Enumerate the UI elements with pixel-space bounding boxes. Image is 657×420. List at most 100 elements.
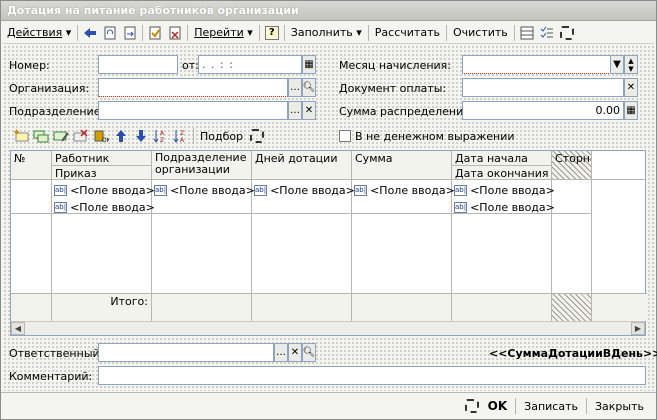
date-field[interactable]: . . : : [198,55,302,74]
scroll-left-icon[interactable]: ◀ [11,322,25,335]
column-header-storno[interactable]: Сторно [552,151,592,180]
month-dropdown-icon[interactable]: ▼ [610,55,624,74]
settings-frame-icon[interactable] [557,23,577,43]
department-field[interactable] [98,101,288,120]
table-horizontal-scrollbar[interactable]: ◀ ▶ [11,321,645,335]
settings-frame-icon[interactable] [462,396,482,416]
column-header-number[interactable]: № [11,151,52,180]
date-end-input-placeholder: <Поле ввода> [470,200,555,214]
document-structure-icon[interactable] [517,23,537,43]
column-header-date-end[interactable]: Дата окончания [452,166,552,180]
column-header-order[interactable]: Приказ [52,166,152,180]
payment-doc-clear-icon[interactable]: ✕ [624,78,638,97]
footer-cell [352,294,452,322]
column-header-department[interactable]: Подразделение организации [152,151,252,180]
department-select-button[interactable]: … [288,101,302,120]
employees-table: № Работник Приказ Подразделение организа… [10,150,647,336]
department-clear-icon[interactable]: ✕ [302,101,316,120]
responsible-search-icon[interactable]: 🔍︎ [302,343,316,362]
selection-button[interactable]: Подбор [196,126,247,146]
organization-select-button[interactable]: … [288,78,302,97]
empty-column [352,214,452,293]
employee-input[interactable]: ab| <Поле ввода> [54,183,155,197]
svg-text:A: A [180,137,185,143]
comment-field[interactable] [98,366,646,385]
svg-text:A: A [160,130,165,137]
department-cell[interactable]: ab| <Поле ввода> [152,180,255,214]
days-cell[interactable]: ab| <Поле ввода> [252,180,355,214]
save-button[interactable]: Записать [518,396,584,416]
responsible-clear-icon[interactable]: ✕ [288,343,302,362]
actions-menu[interactable]: Действия ▾ [3,23,75,43]
column-header-sum[interactable]: Сумма [352,151,452,180]
close-button[interactable]: Закрыть [589,396,650,416]
calculate-button[interactable]: Рассчитать [371,23,444,43]
days-input[interactable]: ab| <Поле ввода> [254,183,355,197]
ok-button[interactable]: OK [482,396,514,416]
move-up-icon[interactable] [111,126,131,146]
table-toolbar: OK AZ ZA Подбор [11,126,267,146]
toolbar-separator [193,128,194,144]
order-input-placeholder: <Поле ввода> [70,200,155,214]
refresh-document-icon[interactable] [100,23,120,43]
toolbar-separator [586,398,587,414]
row-number-cell[interactable] [11,180,52,214]
number-field[interactable] [98,55,178,74]
days-input-placeholder: <Поле ввода> [270,183,355,197]
scroll-right-icon[interactable]: ▶ [631,322,645,335]
nonmonetary-checkbox[interactable] [339,130,351,142]
responsible-field[interactable] [98,343,274,362]
delete-row-icon[interactable] [71,126,91,146]
empty-column [252,214,352,293]
checklist-icon[interactable] [537,23,557,43]
unpost-document-icon[interactable] [165,23,185,43]
dates-cell[interactable]: ab| <Поле ввода> ab| <Поле ввода> [452,180,555,214]
order-input[interactable]: ab| <Поле ввода> [54,200,155,214]
post-document-icon[interactable] [120,23,140,43]
column-header-days[interactable]: Дней дотации [252,151,352,180]
month-stepper[interactable]: ▲ ▼ [624,55,638,74]
end-edit-icon[interactable]: OK [91,126,111,146]
goto-menu-label: Перейти [194,26,244,39]
employee-order-cell[interactable]: ab| <Поле ввода> ab| <Поле ввода> [52,180,155,214]
calculator-icon[interactable]: ▦ [624,101,638,120]
svg-text:Z: Z [160,137,164,143]
table-settings-icon[interactable] [247,126,267,146]
date-start-input-placeholder: <Поле ввода> [470,183,555,197]
sum-field[interactable]: 0.00 [462,101,624,120]
dashed-frame-icon [559,25,574,40]
payment-doc-field[interactable] [462,78,624,97]
svg-text:Z: Z [180,130,184,137]
column-header-employee[interactable]: Работник [52,151,152,166]
footer-cell [252,294,352,322]
move-down-icon[interactable] [131,126,151,146]
sum-input[interactable]: ab| <Поле ввода> [354,183,455,197]
fill-menu[interactable]: Заполнить ▾ [287,23,366,43]
responsible-select-button[interactable]: … [274,343,288,362]
sort-descending-icon[interactable]: ZA [171,126,191,146]
document-window: Дотация на питание работников организаци… [0,0,657,420]
organization-search-icon[interactable]: 🔍︎ [302,78,316,97]
organization-field[interactable] [98,78,288,97]
help-icon[interactable]: ? [262,23,282,43]
month-field[interactable] [462,55,611,74]
edit-row-icon[interactable] [51,126,71,146]
window-titlebar: Дотация на питание работников организаци… [1,1,656,21]
add-row-icon[interactable] [11,126,31,146]
back-arrow-icon[interactable] [80,23,100,43]
calendar-icon[interactable]: ▦ [302,55,316,74]
sum-cell[interactable]: ab| <Поле ввода> [352,180,455,214]
clear-button[interactable]: Очистить [449,23,512,43]
post-and-close-icon[interactable] [145,23,165,43]
goto-menu[interactable]: Перейти ▾ [190,23,257,43]
date-start-input[interactable]: ab| <Поле ввода> [454,183,555,197]
copy-row-icon[interactable] [31,126,51,146]
date-end-input[interactable]: ab| <Поле ввода> [454,200,555,214]
department-input[interactable]: ab| <Поле ввода> [154,183,255,197]
month-label: Месяц начисления: [339,59,451,72]
storno-cell[interactable] [552,180,592,214]
sort-ascending-icon[interactable]: AZ [151,126,171,146]
department-input-placeholder: <Поле ввода> [170,183,255,197]
empty-column [152,214,252,293]
column-header-date-start[interactable]: Дата начала [452,151,552,166]
